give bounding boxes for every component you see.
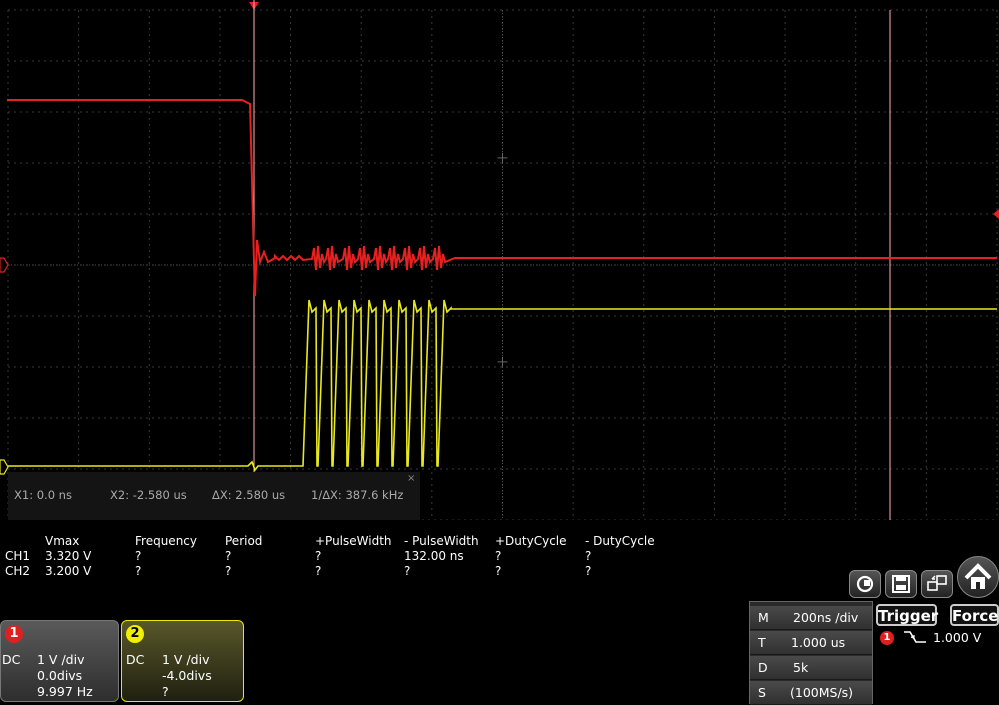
trigger-delay-label: T <box>758 635 766 650</box>
horizontal-settings-panel[interactable]: M 200ns /div T 1.000 us D 5k S (100MS/s) <box>749 601 873 705</box>
measurement-row-label: CH2 <box>5 564 31 578</box>
grid <box>7 9 998 520</box>
force-trigger-button[interactable]: Force <box>950 604 999 626</box>
measurement-header: Vmax <box>45 534 80 548</box>
trigger-button[interactable]: Trigger <box>876 604 938 626</box>
cursor-x2-readout: X2: -2.580 us <box>110 488 187 502</box>
measurement-cell: ? <box>495 564 502 578</box>
ch2-coupling: DC <box>126 652 145 667</box>
measurement-header: - DutyCycle <box>585 534 655 548</box>
trigger-delay-row[interactable]: T 1.000 us <box>750 631 872 655</box>
timebase-label: M <box>758 610 769 625</box>
cursor-inverse-delta-readout: 1/ΔX: 387.6 kHz <box>311 488 404 502</box>
ch1-settings-panel[interactable]: 1 DC 1 V /div 0.0divs 9.997 Hz <box>0 620 119 702</box>
ch1-badge: 1 <box>5 625 23 643</box>
ch2-scale: 1 V /div <box>162 652 210 667</box>
window-icon[interactable] <box>921 570 953 598</box>
ch2-ground-marker[interactable] <box>0 459 9 475</box>
ch2-frequency: ? <box>162 684 169 699</box>
memory-depth-value: 5k <box>793 660 809 675</box>
measurement-cell: 3.320 V <box>45 549 92 563</box>
measurement-cell: ? <box>585 564 592 578</box>
trigger-source-badge: 1 <box>880 631 894 645</box>
save-icon[interactable] <box>885 570 917 598</box>
measurement-header: - PulseWidth <box>404 534 479 548</box>
falling-edge-icon <box>904 631 926 643</box>
waveform-display[interactable] <box>0 0 999 520</box>
measurement-cell: ? <box>225 549 232 563</box>
ch2-offset: -4.0divs <box>162 668 212 683</box>
memory-depth-label: D <box>758 660 768 675</box>
ch2-settings-panel[interactable]: 2 DC 1 V /div -4.0divs ? <box>121 620 244 702</box>
timebase-row[interactable]: M 200ns /div <box>750 606 872 630</box>
measurement-header: +PulseWidth <box>315 534 392 548</box>
sample-rate-row[interactable]: S (100MS/s) <box>750 681 872 705</box>
refresh-icon[interactable] <box>849 570 881 598</box>
cursor-x1-readout: X1: 0.0 ns <box>14 488 72 502</box>
measurement-cell: ? <box>404 564 411 578</box>
measurement-cell: ? <box>495 549 502 563</box>
trigger-delay-value: 1.000 us <box>791 635 846 650</box>
close-icon[interactable]: × <box>407 473 415 484</box>
measurement-header: Frequency <box>135 534 197 548</box>
measurement-header: +DutyCycle <box>495 534 567 548</box>
sample-rate-label: S <box>758 685 766 700</box>
measurement-cell: ? <box>315 549 322 563</box>
trigger-level: 1.000 V <box>933 630 982 645</box>
timebase-value: 200ns /div <box>793 610 859 625</box>
measurement-cell: ? <box>585 549 592 563</box>
ch1-ground-marker[interactable] <box>0 257 9 273</box>
memory-depth-row[interactable]: D 5k <box>750 656 872 680</box>
measurement-cell: ? <box>135 564 142 578</box>
measurement-cell: ? <box>135 549 142 563</box>
measurement-cell: ? <box>225 564 232 578</box>
home-icon[interactable] <box>957 556 999 598</box>
measurement-header: Period <box>225 534 263 548</box>
ch2-badge: 2 <box>126 625 144 643</box>
ch1-offset: 0.0divs <box>37 668 83 683</box>
ch1-frequency: 9.997 Hz <box>37 684 93 699</box>
measurement-row-label: CH1 <box>5 549 31 563</box>
cursor-delta-readout: ΔX: 2.580 us <box>212 488 286 502</box>
measurement-cell: 3.200 V <box>45 564 92 578</box>
ch1-scale: 1 V /div <box>37 652 85 667</box>
measurement-cell: 132.00 ns <box>404 549 464 563</box>
measurement-cell: ? <box>315 564 322 578</box>
trigger-level-marker[interactable] <box>993 209 999 219</box>
ch1-coupling: DC <box>2 652 21 667</box>
sample-rate-value: (100MS/s) <box>790 685 854 700</box>
